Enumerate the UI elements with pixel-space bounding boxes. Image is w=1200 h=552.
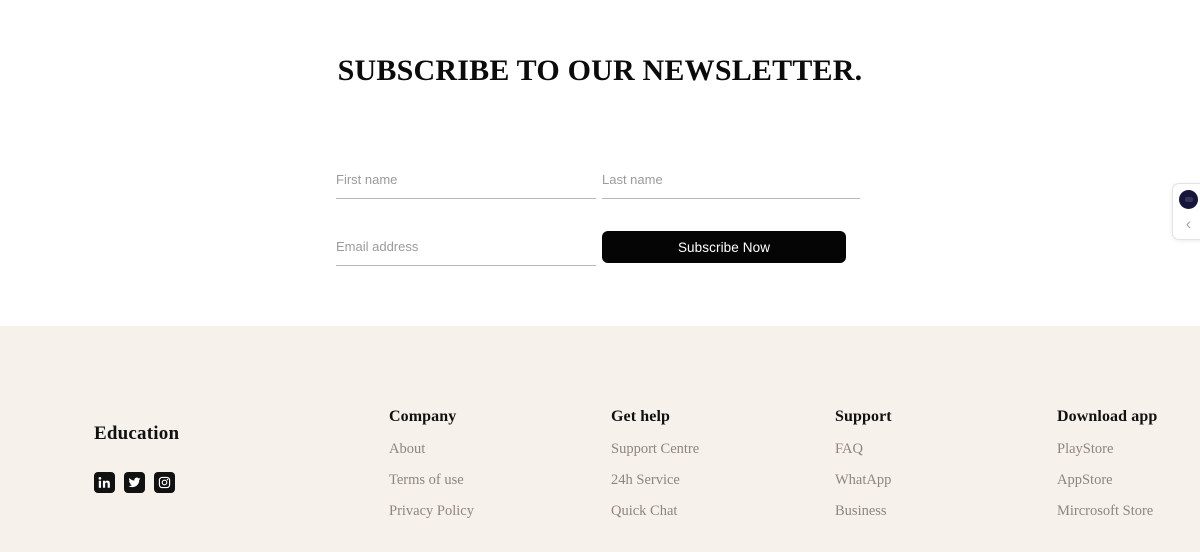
footer-column-company: Company About Terms of use Privacy Polic… bbox=[389, 408, 474, 520]
last-name-input[interactable] bbox=[602, 167, 860, 199]
instagram-icon[interactable] bbox=[154, 472, 175, 493]
column-heading: Get help bbox=[611, 408, 671, 425]
footer-link-playstore[interactable]: PlayStore bbox=[1057, 441, 1157, 458]
footer-column-download-app: Download app PlayStore AppStore Mircroso… bbox=[1057, 408, 1157, 520]
avatar-mark bbox=[1184, 197, 1193, 202]
footer-link-24h-service[interactable]: 24h Service bbox=[611, 472, 699, 489]
first-name-input[interactable] bbox=[336, 167, 596, 199]
column-heading: Support bbox=[835, 408, 892, 425]
chevron-left-icon[interactable]: ‹ bbox=[1179, 214, 1198, 234]
site-footer: Education Company About Terms of use Pri… bbox=[0, 326, 1200, 552]
footer-link-business[interactable]: Business bbox=[835, 503, 892, 520]
newsletter-section: SUBSCRIBE TO OUR NEWSLETTER. Subscribe N… bbox=[0, 0, 1200, 326]
newsletter-form: Subscribe Now bbox=[336, 167, 860, 267]
footer-link-about[interactable]: About bbox=[389, 441, 474, 458]
page-root: SUBSCRIBE TO OUR NEWSLETTER. Subscribe N… bbox=[0, 0, 1200, 552]
column-heading: Company bbox=[389, 408, 457, 425]
avatar[interactable] bbox=[1179, 190, 1198, 209]
footer-link-appstore[interactable]: AppStore bbox=[1057, 472, 1157, 489]
footer-link-faq[interactable]: FAQ bbox=[835, 441, 892, 458]
footer-column-support: Support FAQ WhatApp Business bbox=[835, 408, 892, 520]
footer-link-whatapp[interactable]: WhatApp bbox=[835, 472, 892, 489]
brand-name: Education bbox=[94, 423, 180, 444]
footer-link-microsoft-store[interactable]: Mircrosoft Store bbox=[1057, 503, 1157, 520]
footer-link-terms-of-use[interactable]: Terms of use bbox=[389, 472, 474, 489]
footer-link-support-centre[interactable]: Support Centre bbox=[611, 441, 699, 458]
footer-column-get-help: Get help Support Centre 24h Service Quic… bbox=[611, 408, 699, 520]
page-title: SUBSCRIBE TO OUR NEWSLETTER. bbox=[337, 54, 863, 87]
footer-brand: Education bbox=[94, 423, 179, 493]
twitter-icon[interactable] bbox=[124, 472, 145, 493]
linkedin-icon[interactable] bbox=[94, 472, 115, 493]
social-links bbox=[94, 472, 179, 493]
subscribe-now-button[interactable]: Subscribe Now bbox=[602, 231, 846, 263]
email-input[interactable] bbox=[336, 234, 596, 266]
side-widget-panel: ‹ bbox=[1172, 183, 1200, 240]
footer-link-privacy-policy[interactable]: Privacy Policy bbox=[389, 503, 474, 520]
column-heading: Download app bbox=[1057, 408, 1158, 425]
footer-link-quick-chat[interactable]: Quick Chat bbox=[611, 503, 699, 520]
